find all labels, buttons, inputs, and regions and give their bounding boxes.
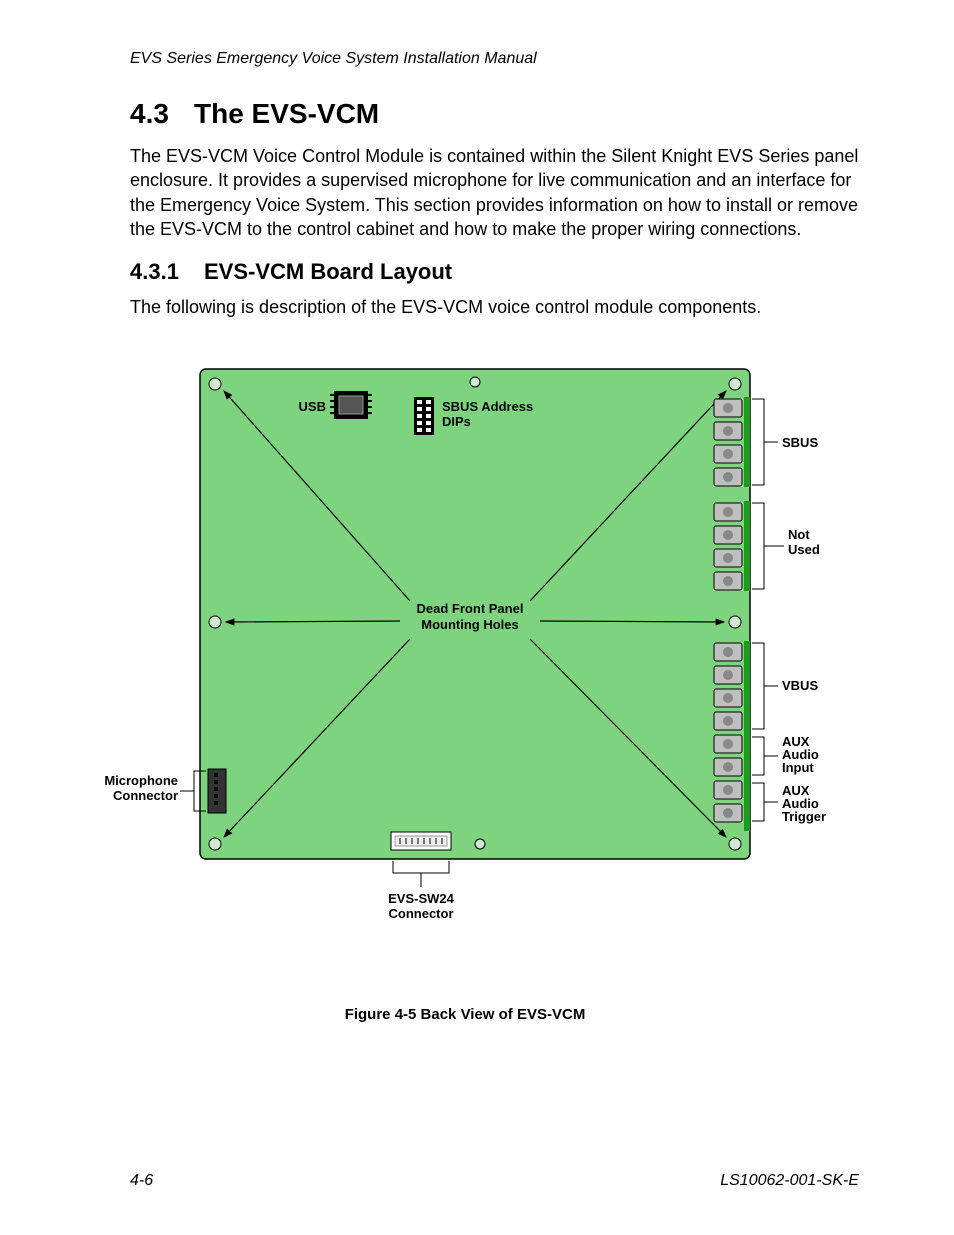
evs-sw24-label-l1: EVS-SW24 xyxy=(388,891,455,906)
evs-sw24-bracket-icon xyxy=(393,861,449,887)
page-footer: 4-6 LS10062-001-SK-E xyxy=(130,1172,859,1190)
running-header: EVS Series Emergency Voice System Instal… xyxy=(130,50,859,68)
figure-area: USB SBUS Address DIPs Dead Front Panel M… xyxy=(100,349,830,989)
usb-chip-icon xyxy=(330,391,372,419)
notused-label-l2: Used xyxy=(788,542,820,557)
sbus-bracket-icon xyxy=(752,399,778,485)
microphone-label-l1: Microphone xyxy=(104,773,178,788)
vbus-bracket-icon xyxy=(752,643,778,729)
section-title: The EVS-VCM xyxy=(194,98,379,129)
subsection-heading: 4.3.1EVS-VCM Board Layout xyxy=(130,259,859,285)
sbus-dips-label-l2: DIPs xyxy=(442,414,471,429)
dip-switch-icon xyxy=(414,397,434,435)
section-number: 4.3 xyxy=(130,98,194,130)
dead-front-label-l1: Dead Front Panel xyxy=(417,601,524,616)
document-number: LS10062-001-SK-E xyxy=(720,1172,859,1190)
aux-trigger-label-l3: Trigger xyxy=(782,809,826,824)
microphone-label-l2: Connector xyxy=(113,788,178,803)
section-paragraph: The EVS-VCM Voice Control Module is cont… xyxy=(130,144,859,241)
dead-front-label-l2: Mounting Holes xyxy=(421,617,519,632)
subsection-paragraph: The following is description of the EVS-… xyxy=(130,295,859,319)
subsection-title: EVS-VCM Board Layout xyxy=(204,259,452,284)
subsection-number: 4.3.1 xyxy=(130,259,204,285)
notused-bracket-icon xyxy=(752,503,784,589)
page-number: 4-6 xyxy=(130,1172,153,1190)
microphone-connector-icon xyxy=(208,769,226,813)
aux-input-bracket-icon xyxy=(752,737,778,775)
figure-caption: Figure 4-5 Back View of EVS-VCM xyxy=(100,1006,830,1023)
section-heading: 4.3The EVS-VCM xyxy=(130,98,859,130)
page: EVS Series Emergency Voice System Instal… xyxy=(0,0,954,1235)
usb-label: USB xyxy=(299,399,326,414)
notused-label-l1: Not xyxy=(788,527,810,542)
evs-sw24-label-l2: Connector xyxy=(389,906,454,921)
sbus-dips-label-l1: SBUS Address xyxy=(442,399,533,414)
board-diagram: USB SBUS Address DIPs Dead Front Panel M… xyxy=(100,349,830,989)
aux-trigger-bracket-icon xyxy=(752,783,778,821)
evs-sw24-connector-icon xyxy=(391,832,451,850)
sbus-label: SBUS xyxy=(782,435,818,450)
aux-input-label-l3: Input xyxy=(782,760,814,775)
vbus-label: VBUS xyxy=(782,678,818,693)
